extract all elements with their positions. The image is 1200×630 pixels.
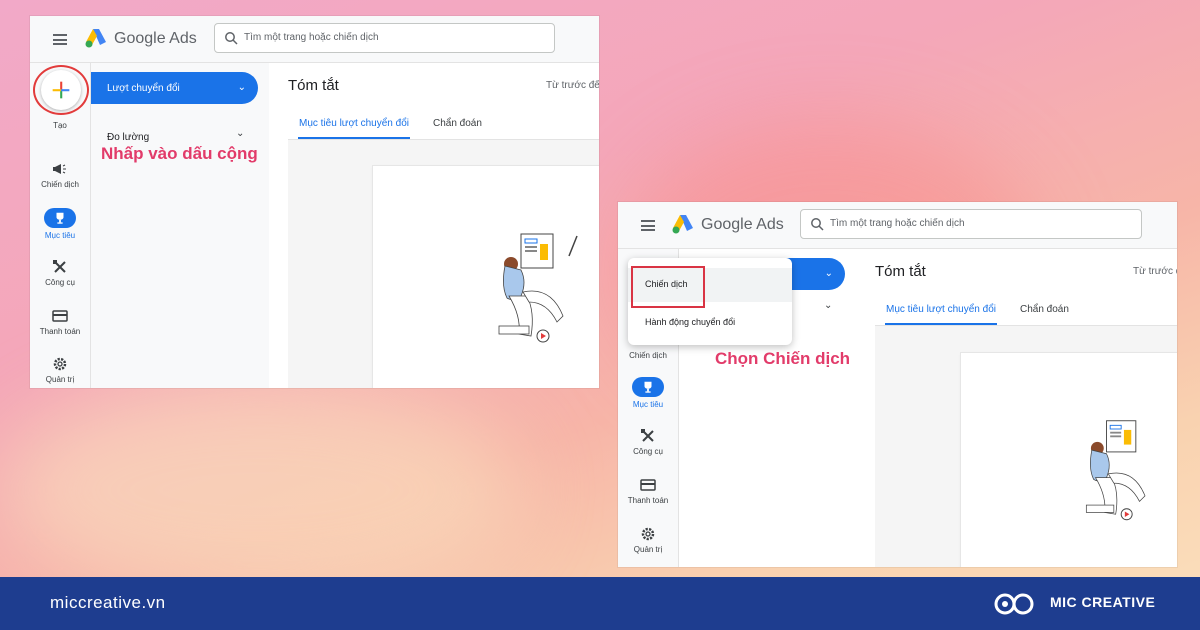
illustration-card	[961, 353, 1177, 567]
page-title: Tóm tắt	[288, 77, 339, 94]
nav-item-tools[interactable]: Công cụ	[30, 259, 90, 287]
megaphone-icon	[53, 164, 66, 174]
page-title: Tóm tắt	[875, 263, 926, 280]
top-bar: Google Ads Tìm một trang hoặc chiến dịch	[30, 16, 599, 63]
sub-navigation: Lượt chuyển đổi ⌄ Đo lường ⌄	[91, 63, 269, 388]
footer-bar: miccreative.vn MIC CREATIVE	[0, 577, 1200, 630]
nav-label: Chiến dịch	[41, 180, 79, 189]
nav-label: Quản trị	[633, 545, 663, 554]
illustration-card	[373, 166, 599, 388]
gear-icon	[53, 357, 67, 371]
background-glow	[0, 380, 520, 600]
google-ads-logo-icon	[672, 215, 693, 234]
nav-item-admin[interactable]: Quản trị	[30, 356, 90, 384]
chevron-down-icon: ⌄	[824, 268, 833, 279]
date-range[interactable]: Từ trước đế	[546, 80, 599, 91]
search-input[interactable]: Tìm một trang hoặc chiến dịch	[214, 23, 555, 53]
nav-label: Thanh toán	[39, 327, 81, 336]
person-illustration	[498, 233, 578, 343]
nav-item-goals[interactable]: Mục tiêu	[618, 377, 678, 409]
active-pill	[44, 208, 76, 228]
trophy-icon	[644, 381, 652, 393]
nav-label: Chiến dịch	[629, 351, 667, 360]
top-bar: Google Ads Tìm một trang hoặc chiến dịch	[618, 202, 1177, 249]
chevron-down-icon: ⌄	[237, 82, 246, 93]
nav-item-billing[interactable]: Thanh toán	[618, 477, 678, 505]
search-input[interactable]: Tìm một trang hoặc chiến dịch	[800, 209, 1142, 239]
website-url[interactable]: miccreative.vn	[50, 593, 166, 613]
tools-icon	[641, 429, 654, 442]
brand-name: MIC CREATIVE	[1050, 594, 1156, 610]
nav-label: Thanh toán	[627, 496, 669, 505]
google-ads-logo-icon	[85, 29, 106, 48]
nav-item-tools[interactable]: Công cụ	[618, 428, 678, 456]
date-range[interactable]: Từ trước đế	[1133, 266, 1177, 277]
nav-item-admin[interactable]: Quản trị	[618, 526, 678, 554]
subnav-item-measurement[interactable]: Đo lường	[107, 132, 149, 143]
tab-conversion-goals[interactable]: Mục tiêu lượt chuyển đổi	[886, 304, 996, 315]
subnav-label: Lượt chuyển đổi	[107, 83, 180, 94]
screenshot-campaign-step: Google Ads Tìm một trang hoặc chiến dịch…	[618, 202, 1177, 567]
nav-item-billing[interactable]: Thanh toán	[30, 308, 90, 336]
nav-item-goals[interactable]: Mục tiêu	[30, 208, 90, 240]
highlight-box	[631, 266, 705, 308]
hamburger-menu-icon[interactable]	[53, 34, 67, 45]
credit-card-icon	[640, 479, 656, 491]
mic-creative-logo-icon	[994, 593, 1034, 615]
menu-item-conversion-action[interactable]: Hành động chuyển đổi	[645, 317, 735, 327]
search-icon	[225, 32, 238, 45]
highlight-circle	[33, 65, 89, 115]
trophy-icon	[56, 212, 64, 224]
app-name: Google Ads	[701, 216, 784, 233]
nav-label: Tạo	[53, 121, 67, 130]
active-pill	[632, 377, 664, 397]
nav-label: Công cụ	[45, 278, 75, 287]
search-placeholder: Tìm một trang hoặc chiến dịch	[830, 218, 965, 229]
app-name: Google Ads	[114, 30, 197, 47]
subnav-item-conversions[interactable]: Lượt chuyển đổi ⌄	[91, 72, 258, 104]
screenshot-create-step: Google Ads Tìm một trang hoặc chiến dịch…	[30, 16, 599, 388]
tools-icon	[53, 260, 66, 273]
tab-diagnostics[interactable]: Chẩn đoán	[433, 118, 482, 129]
nav-label: Công cụ	[633, 447, 663, 456]
instruction-annotation: Chọn Chiến dịch	[715, 349, 851, 368]
nav-label: Mục tiêu	[44, 231, 76, 240]
tab-conversion-goals[interactable]: Mục tiêu lượt chuyển đổi	[299, 118, 409, 129]
nav-item-campaigns[interactable]: Chiến dịch	[618, 348, 678, 360]
chevron-down-icon: ⌄	[824, 300, 833, 311]
person-illustration	[1085, 420, 1146, 521]
instruction-annotation: Nhấp vào dấu cộng	[101, 144, 258, 163]
search-icon	[811, 218, 824, 231]
nav-label: Mục tiêu	[632, 400, 664, 409]
chevron-down-icon: ⌄	[236, 128, 245, 139]
hamburger-menu-icon[interactable]	[641, 220, 655, 231]
tab-diagnostics[interactable]: Chẩn đoán	[1020, 304, 1069, 315]
nav-label: Quản trị	[45, 375, 75, 384]
search-placeholder: Tìm một trang hoặc chiến dịch	[244, 32, 379, 43]
credit-card-icon	[52, 310, 68, 322]
gear-icon	[641, 527, 655, 541]
nav-item-campaigns[interactable]: Chiến dịch	[30, 161, 90, 189]
